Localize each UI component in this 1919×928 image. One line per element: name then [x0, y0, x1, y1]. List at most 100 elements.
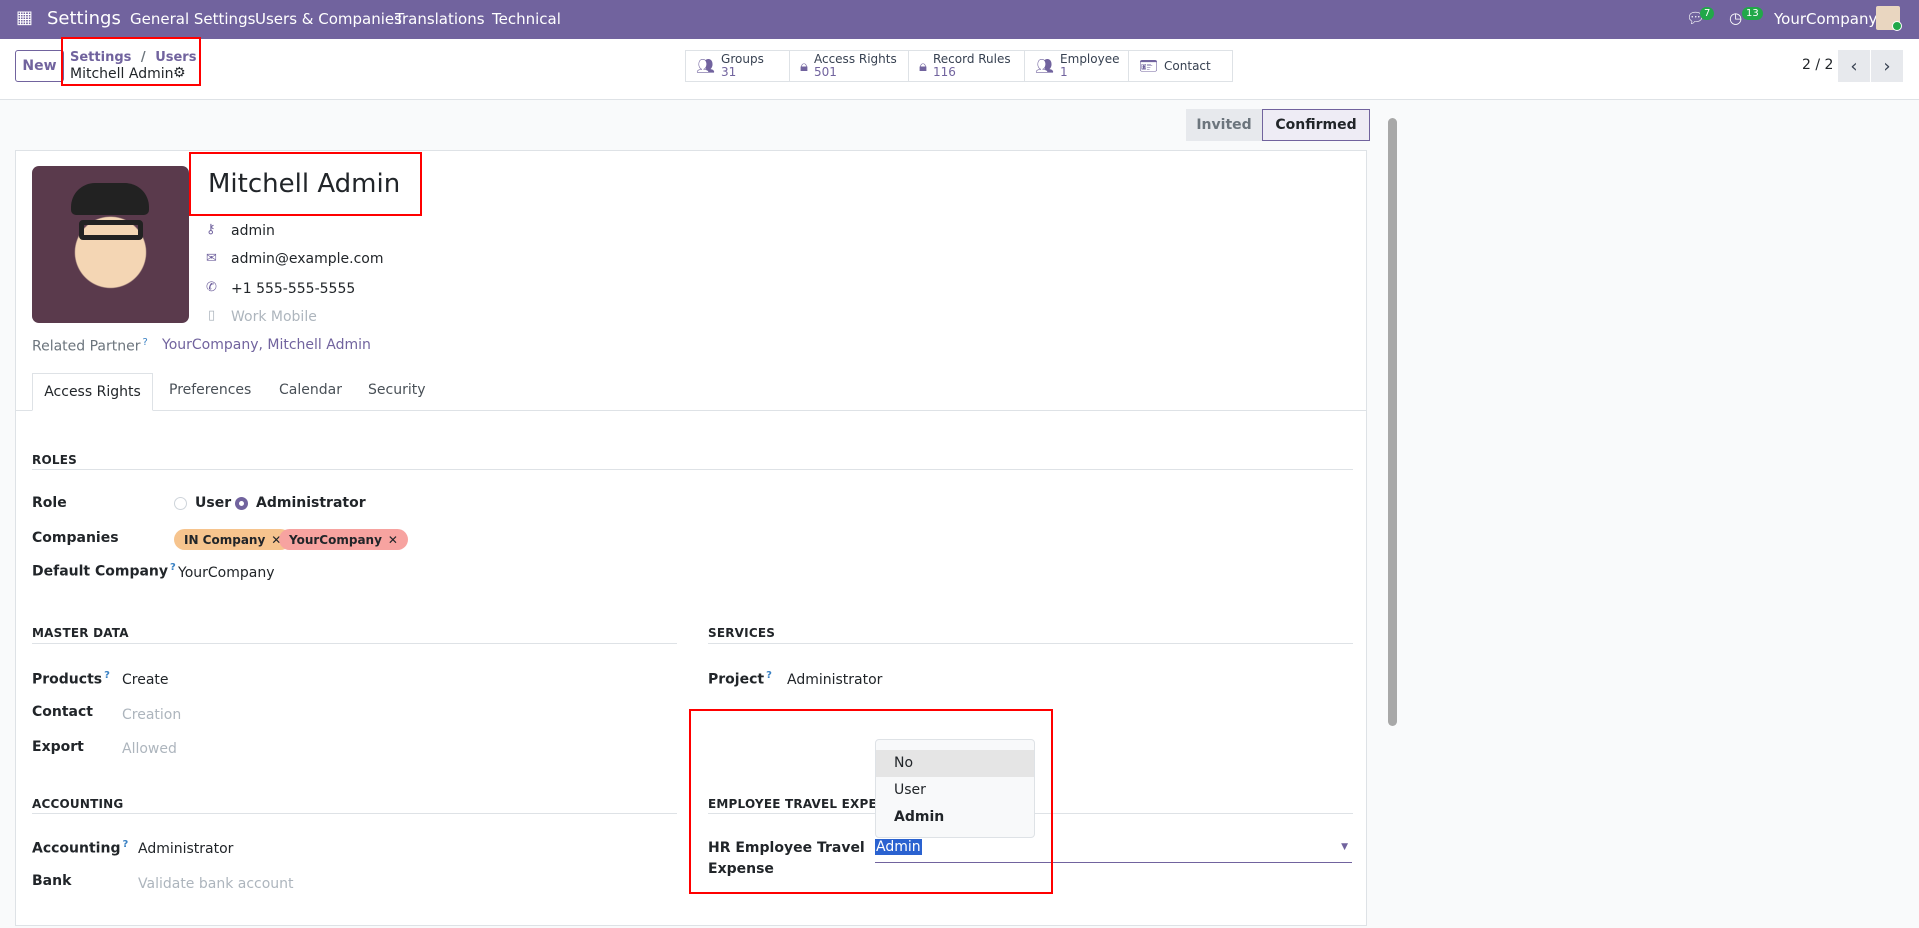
- help-icon[interactable]: ?: [104, 670, 110, 681]
- remove-tag-icon[interactable]: ✕: [388, 533, 398, 547]
- label-text: Accounting: [32, 840, 121, 857]
- pager-next-button[interactable]: ›: [1871, 50, 1903, 82]
- label-text: Related Partner: [32, 338, 141, 355]
- scrollbar-thumb[interactable]: [1388, 118, 1397, 726]
- help-icon[interactable]: ?: [122, 839, 128, 850]
- menu-technical[interactable]: Technical: [492, 10, 561, 28]
- label-text: Project: [708, 671, 765, 688]
- menu-users-companies[interactable]: Users & Companies: [255, 10, 402, 28]
- app-grid-icon[interactable]: ▦: [16, 7, 33, 28]
- user-avatar-image[interactable]: [32, 166, 189, 323]
- lock-icon: 🔒︎: [800, 56, 808, 75]
- new-button[interactable]: New: [15, 50, 64, 82]
- highlight-box: [61, 37, 201, 86]
- help-icon[interactable]: ?: [766, 670, 772, 681]
- radio-user[interactable]: [174, 497, 187, 510]
- master-data-heading: MASTER DATA: [32, 626, 129, 640]
- radio-administrator[interactable]: [235, 497, 248, 510]
- contact-label: Contact: [32, 704, 93, 720]
- products-label: Products?: [32, 670, 110, 688]
- tab-calendar[interactable]: Calendar: [279, 382, 342, 398]
- pager-value[interactable]: 2 / 2: [1802, 57, 1833, 73]
- roles-heading: ROLES: [32, 453, 77, 467]
- form-sheet: Mitchell Admin ⚷ admin ✉ admin@example.c…: [15, 150, 1367, 926]
- menu-translations[interactable]: Translations: [395, 10, 485, 28]
- related-partner-label: Related Partner?: [32, 337, 148, 355]
- radio-user-label[interactable]: User: [195, 495, 231, 511]
- tab-access-rights[interactable]: Access Rights: [32, 373, 153, 411]
- company-switcher[interactable]: YourCompany: [1774, 10, 1877, 28]
- accounting-label: Accounting?: [32, 839, 128, 857]
- accounting-heading: ACCOUNTING: [32, 797, 124, 811]
- smart-count: 1: [1060, 65, 1068, 79]
- top-navbar: ▦ Settings General Settings Users & Comp…: [0, 0, 1919, 39]
- company-tag: IN Company ✕: [174, 529, 292, 550]
- tag-label: IN Company: [184, 532, 266, 547]
- tab-preferences[interactable]: Preferences: [169, 382, 251, 398]
- help-icon[interactable]: ?: [143, 337, 148, 348]
- glasses-icon: [79, 220, 143, 240]
- services-heading: SERVICES: [708, 626, 776, 640]
- project-field[interactable]: Administrator: [787, 672, 882, 688]
- smart-label: Contact: [1164, 58, 1211, 73]
- products-field[interactable]: Create: [122, 672, 169, 688]
- mobile-field[interactable]: Work Mobile: [231, 309, 317, 325]
- default-company-field[interactable]: YourCompany: [178, 565, 275, 581]
- scrollbar[interactable]: [1386, 105, 1398, 925]
- project-label: Project?: [708, 670, 772, 688]
- contact-field[interactable]: Creation: [122, 707, 181, 723]
- menu-general-settings[interactable]: General Settings: [130, 10, 255, 28]
- smart-count: 31: [721, 65, 737, 79]
- hair-icon: [71, 183, 149, 215]
- key-icon: ⚷: [206, 222, 216, 237]
- divider: [32, 813, 677, 814]
- highlight-box: [689, 709, 1053, 894]
- divider: [32, 469, 1353, 470]
- related-partner-link[interactable]: YourCompany, Mitchell Admin: [162, 337, 371, 353]
- divider: [32, 643, 677, 644]
- help-icon[interactable]: ?: [170, 562, 176, 573]
- status-invited[interactable]: Invited: [1186, 109, 1262, 141]
- envelope-icon: ✉: [206, 251, 217, 266]
- smart-button-access-rights[interactable]: 🔒︎ Access Rights 501: [789, 50, 909, 82]
- smart-label: Employee: [1060, 52, 1120, 66]
- smart-button-record-rules[interactable]: 🔒︎ Record Rules 116: [908, 50, 1025, 82]
- tab-divider: [16, 410, 1366, 411]
- label-text: Products: [32, 671, 103, 688]
- divider: [708, 643, 1353, 644]
- smart-button-groups[interactable]: 👥︎ Groups 31: [685, 50, 790, 82]
- smart-count: 501: [813, 65, 837, 79]
- login-field[interactable]: admin: [231, 223, 275, 239]
- contact-card-icon: 🪪︎: [1139, 56, 1159, 75]
- app-title[interactable]: Settings: [47, 8, 121, 29]
- phone-icon: ✆: [206, 280, 217, 295]
- role-label: Role: [32, 495, 67, 511]
- activity-badge: 13: [1742, 7, 1763, 20]
- email-field[interactable]: admin@example.com: [231, 251, 383, 267]
- accounting-field[interactable]: Administrator: [138, 841, 233, 857]
- pager-previous-button[interactable]: ‹: [1838, 50, 1870, 82]
- company-tag: YourCompany ✕: [279, 529, 408, 550]
- chat-badge: 7: [1700, 7, 1715, 20]
- mobile-icon: ▯: [208, 308, 216, 323]
- form-view: Invited Confirmed Mitchell Admin ⚷ admin…: [0, 100, 1919, 928]
- radio-administrator-label[interactable]: Administrator: [256, 495, 366, 511]
- bank-label: Bank: [32, 873, 72, 889]
- phone-field[interactable]: +1 555-555-5555: [231, 281, 355, 297]
- lock-icon: 🔒︎: [919, 56, 927, 75]
- export-field[interactable]: Allowed: [122, 741, 177, 757]
- export-label: Export: [32, 739, 84, 755]
- status-confirmed[interactable]: Confirmed: [1262, 109, 1370, 141]
- users-icon: 👥︎: [1035, 56, 1055, 75]
- caret-down-icon: ▼: [1341, 842, 1348, 852]
- activity-clock-icon[interactable]: ◷: [1729, 9, 1742, 27]
- tag-label: YourCompany: [289, 532, 382, 547]
- users-icon: 👥︎: [696, 56, 716, 75]
- bank-field[interactable]: Validate bank account: [138, 876, 294, 892]
- smart-button-contact[interactable]: 🪪︎ Contact: [1128, 50, 1233, 82]
- label-text: Default Company: [32, 563, 169, 580]
- tab-security[interactable]: Security: [368, 382, 426, 398]
- smart-button-employee[interactable]: 👥︎ Employee 1: [1024, 50, 1129, 82]
- online-status-icon: [1892, 21, 1902, 31]
- default-company-label: Default Company?: [32, 562, 176, 580]
